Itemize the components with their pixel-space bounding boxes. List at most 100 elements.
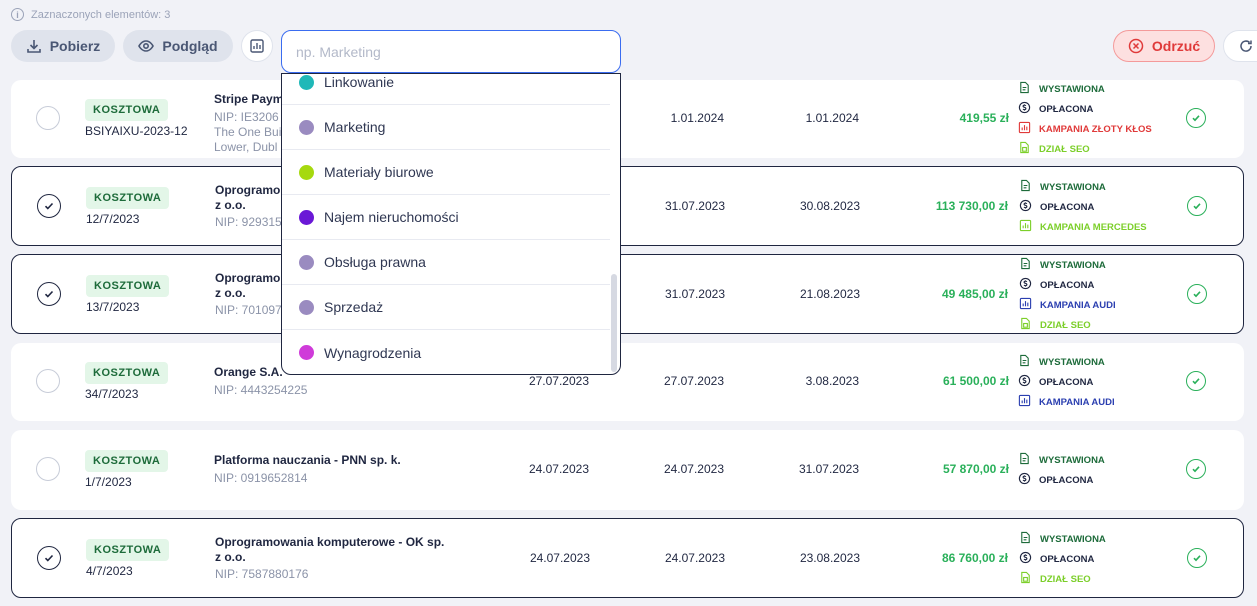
dropdown-option[interactable]: Marketing [282, 105, 610, 150]
approved-status-icon[interactable] [1187, 196, 1207, 216]
type-badge: KOSZTOWA [85, 99, 169, 121]
row-checkbox[interactable] [36, 106, 60, 130]
table-row[interactable]: KOSZTOWA 12/7/2023 Oprogramo z o.o. NIP: 929… [11, 166, 1244, 246]
table-row[interactable]: KOSZTOWA BSIYAIXU-2023-12 Stripe Paym NIP: … [11, 80, 1244, 158]
tag: WYSTAWIONA [1018, 452, 1105, 467]
download-icon [26, 40, 41, 53]
tag-label: DZIAŁ SEO [1040, 319, 1091, 331]
tag-list: WYSTAWIONA OPŁACONA DZIAŁ SEO [1019, 531, 1106, 587]
tag-label: OPŁACONA [1040, 553, 1095, 565]
company-address-line: Lower, Dubl [214, 140, 278, 154]
approved-status-icon[interactable] [1187, 284, 1207, 304]
type-badge: KOSZTOWA [85, 450, 169, 472]
company-name: Oprogramowania komputerowe - OK sp. [215, 535, 445, 549]
tag-label: WYSTAWIONA [1039, 454, 1105, 466]
preview-label: Podgląd [162, 38, 218, 54]
document-number: 13/7/2023 [86, 300, 140, 314]
issue-date: 24.07.2023 [529, 551, 590, 565]
sale-date: 24.07.2023 [663, 462, 724, 476]
tag-label: KAMPANIA ZŁOTY KŁOS [1039, 123, 1152, 135]
dropdown-option[interactable]: Najem nieruchomości [282, 195, 610, 240]
dropdown-scrollbar[interactable] [611, 274, 617, 372]
check-icon [44, 290, 54, 298]
reject-label: Odrzuć [1151, 38, 1201, 54]
dropdown-option[interactable]: Linkowanie [282, 74, 610, 105]
tag: OPŁACONA [1019, 551, 1106, 567]
table-row[interactable]: KOSZTOWA 4/7/2023 Oprogramowania komputero… [11, 518, 1244, 598]
refresh-button[interactable] [1223, 30, 1257, 62]
coin-icon [1019, 551, 1032, 567]
color-dot [299, 209, 314, 225]
doc-icon [1018, 354, 1031, 370]
color-dot [299, 74, 314, 90]
stats-button[interactable] [241, 30, 273, 62]
amount: 419,55 zł [959, 111, 1009, 125]
color-dot [299, 299, 314, 315]
preview-button[interactable]: Podgląd [123, 30, 233, 62]
sale-date: 31.07.2023 [664, 199, 725, 213]
check-icon [44, 554, 54, 562]
tag: KAMPANIA MERCEDES [1019, 219, 1147, 235]
info-icon: i [11, 8, 24, 21]
chart-icon [1019, 219, 1032, 235]
issue-date: 24.07.2023 [528, 462, 589, 476]
approved-status-icon[interactable] [1187, 548, 1207, 568]
tag-label: KAMPANIA AUDI [1040, 299, 1116, 311]
coin-icon [1018, 374, 1031, 390]
coin-icon [1019, 199, 1032, 215]
tag-label: KAMPANIA AUDI [1039, 396, 1115, 408]
refresh-icon [1240, 40, 1252, 52]
tag: OPŁACONA [1018, 472, 1105, 488]
table-row[interactable]: KOSZTOWA 34/7/2023 Orange S.A. NIP: 4443254… [11, 343, 1244, 421]
tag-label: WYSTAWIONA [1039, 356, 1105, 368]
color-dot [299, 254, 314, 270]
row-checkbox[interactable] [37, 282, 61, 306]
option-label: Marketing [324, 119, 386, 135]
approved-status-icon[interactable] [1186, 371, 1206, 391]
document-number: 4/7/2023 [86, 564, 133, 578]
category-search-input[interactable] [281, 30, 621, 73]
option-label: Sprzedaż [324, 299, 384, 315]
color-dot [299, 119, 314, 135]
approved-status-icon[interactable] [1186, 459, 1206, 479]
approved-status-icon[interactable] [1186, 108, 1206, 128]
amount: 113 730,00 zł [935, 199, 1008, 213]
sale-date: 27.07.2023 [663, 374, 724, 388]
row-checkbox[interactable] [36, 369, 60, 393]
company-nip: NIP: 0919652814 [214, 471, 308, 485]
due-date: 31.07.2023 [798, 462, 859, 476]
amount: 49 485,00 zł [941, 287, 1008, 301]
dropdown-option[interactable]: Materiały biurowe [282, 150, 610, 195]
table-row[interactable]: KOSZTOWA 1/7/2023 Platforma nauczania - PN… [11, 430, 1244, 510]
coin-icon [1018, 472, 1031, 488]
row-checkbox[interactable] [37, 194, 61, 218]
dropdown-option[interactable]: Wynagrodzenia [282, 330, 610, 374]
tag-list: WYSTAWIONA OPŁACONA KAMPANIA MERCEDES [1019, 179, 1147, 235]
calc-icon [1019, 317, 1032, 333]
reject-button[interactable]: Odrzuć [1113, 30, 1215, 62]
dropdown-option[interactable]: Obsługa prawna [282, 240, 610, 285]
type-badge: KOSZTOWA [86, 187, 170, 209]
option-label: Wynagrodzenia [324, 344, 422, 361]
tag: WYSTAWIONA [1018, 81, 1152, 96]
dropdown-option[interactable]: Sprzedaż [282, 285, 610, 330]
company-nip: NIP: 4443254225 [214, 383, 308, 397]
row-checkbox[interactable] [37, 546, 61, 570]
color-dot [299, 345, 314, 360]
tag: KAMPANIA AUDI [1018, 394, 1115, 410]
download-button[interactable]: Pobierz [11, 30, 115, 62]
table-row[interactable]: KOSZTOWA 13/7/2023 Oprogramo z o.o. NIP: 701… [11, 254, 1244, 334]
tag-label: WYSTAWIONA [1040, 181, 1106, 193]
tag-label: WYSTAWIONA [1040, 533, 1106, 545]
chart-icon [1018, 394, 1031, 410]
tag: DZIAŁ SEO [1018, 141, 1152, 156]
tag-label: OPŁACONA [1039, 376, 1094, 388]
option-label: Najem nieruchomości [324, 209, 459, 225]
chart-icon [1018, 121, 1031, 137]
doc-icon [1019, 531, 1032, 547]
company-name: Platforma nauczania - PNN sp. k. [214, 453, 401, 467]
issue-date: 27.07.2023 [528, 374, 589, 388]
tag-list: WYSTAWIONA OPŁACONA KAMPANIA AUDI [1018, 354, 1115, 410]
row-checkbox[interactable] [36, 457, 60, 481]
calc-icon [1019, 571, 1032, 587]
